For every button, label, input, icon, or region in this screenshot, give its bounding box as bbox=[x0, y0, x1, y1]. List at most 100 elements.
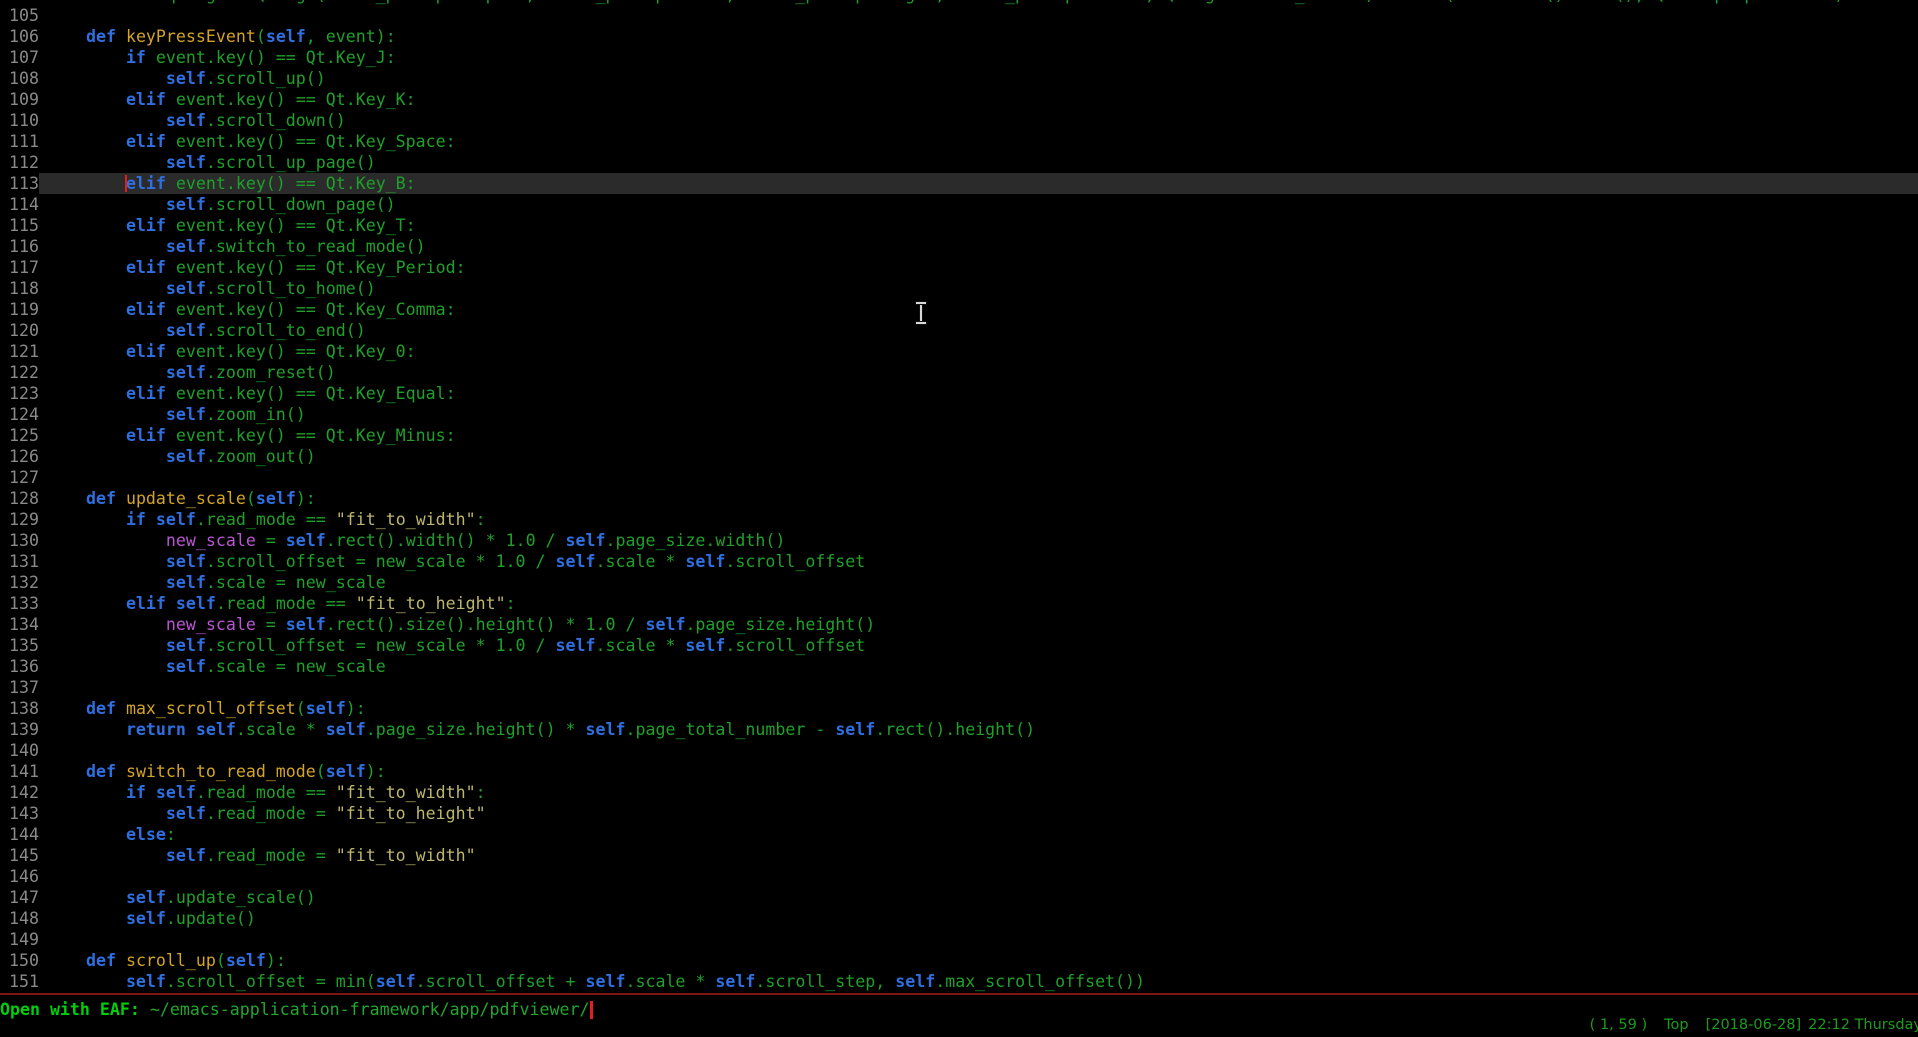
code-line[interactable]: 144 else: bbox=[0, 824, 1918, 845]
line-number: 107 bbox=[0, 47, 39, 68]
line-number: 116 bbox=[0, 236, 39, 257]
code-line[interactable]: 108 self.scroll_up() bbox=[0, 68, 1918, 89]
code-line[interactable]: 146 bbox=[0, 866, 1918, 887]
code-text bbox=[39, 929, 1918, 950]
code-line[interactable]: 138 def max_scroll_offset(self): bbox=[0, 698, 1918, 719]
code-line[interactable]: 145 self.read_mode = "fit_to_width" bbox=[0, 845, 1918, 866]
code-line[interactable]: 124 self.zoom_in() bbox=[0, 404, 1918, 425]
code-text: self.scroll_offset = new_scale * 1.0 / s… bbox=[39, 635, 1918, 656]
line-number: 149 bbox=[0, 929, 39, 950]
code-text: self.zoom_out() bbox=[39, 446, 1918, 467]
code-line[interactable]: 127 bbox=[0, 467, 1918, 488]
code-line[interactable]: 121 elif event.key() == Qt.Key_0: bbox=[0, 341, 1918, 362]
code-line[interactable]: 122 self.zoom_reset() bbox=[0, 362, 1918, 383]
code-text: self.scroll_up_page() bbox=[39, 152, 1918, 173]
code-line[interactable]: 136 self.scale = new_scale bbox=[0, 656, 1918, 677]
code-line[interactable]: 111 elif event.key() == Qt.Key_Space: bbox=[0, 131, 1918, 152]
code-line[interactable]: 110 self.scroll_down() bbox=[0, 110, 1918, 131]
code-line[interactable]: 119 elif event.key() == Qt.Key_Comma: bbox=[0, 299, 1918, 320]
code-line[interactable]: 133 elif self.read_mode == "fit_to_heigh… bbox=[0, 593, 1918, 614]
code-line[interactable]: 112 self.scroll_up_page() bbox=[0, 152, 1918, 173]
buffer-position: Top bbox=[1664, 1017, 1688, 1033]
code-line[interactable]: 115 elif event.key() == Qt.Key_T: bbox=[0, 215, 1918, 236]
code-text bbox=[39, 467, 1918, 488]
code-text: new_scale = self.rect().width() * 1.0 / … bbox=[39, 530, 1918, 551]
code-text: elif event.key() == Qt.Key_K: bbox=[39, 89, 1918, 110]
code-line[interactable]: 118 self.scroll_to_home() bbox=[0, 278, 1918, 299]
text-cursor bbox=[125, 175, 127, 192]
ibeam-mouse-cursor bbox=[914, 300, 928, 326]
code-line[interactable]: 131 self.scroll_offset = new_scale * 1.0… bbox=[0, 551, 1918, 572]
code-text bbox=[39, 866, 1918, 887]
code-line[interactable]: 148 self.update() bbox=[0, 908, 1918, 929]
code-text: if event.key() == Qt.Key_J: bbox=[39, 47, 1918, 68]
line-number: 126 bbox=[0, 446, 39, 467]
code-line[interactable]: 113 elif event.key() == Qt.Key_B: bbox=[0, 173, 1918, 194]
line-number: 127 bbox=[0, 467, 39, 488]
code-line[interactable]: 134 new_scale = self.rect().size().heigh… bbox=[0, 614, 1918, 635]
code-line[interactable]: 128 def update_scale(self): bbox=[0, 488, 1918, 509]
code-text: def switch_to_read_mode(self): bbox=[39, 761, 1918, 782]
code-line[interactable]: 125 elif event.key() == Qt.Key_Minus: bbox=[0, 425, 1918, 446]
line-number: 137 bbox=[0, 677, 39, 698]
code-line[interactable]: 130 new_scale = self.rect().width() * 1.… bbox=[0, 530, 1918, 551]
code-text: self.scroll_up() bbox=[39, 68, 1918, 89]
code-text: self.scroll_to_home() bbox=[39, 278, 1918, 299]
code-line[interactable]: 123 elif event.key() == Qt.Key_Equal: bbox=[0, 383, 1918, 404]
cursor-position: ( 1, 59 ) bbox=[1590, 1017, 1647, 1033]
code-line[interactable]: 116 self.switch_to_read_mode() bbox=[0, 236, 1918, 257]
code-text: self.update_scale() bbox=[39, 887, 1918, 908]
code-line[interactable]: 132 self.scale = new_scale bbox=[0, 572, 1918, 593]
line-number: 150 bbox=[0, 950, 39, 971]
code-text: def keyPressEvent(self, event): bbox=[39, 26, 1918, 47]
code-line[interactable]: 141 def switch_to_read_mode(self): bbox=[0, 761, 1918, 782]
line-number: 113 bbox=[0, 173, 39, 194]
code-line[interactable]: 114 self.scroll_down_page() bbox=[0, 194, 1918, 215]
code-text: self.zoom_in() bbox=[39, 404, 1918, 425]
code-text: self.scroll_to_end() bbox=[39, 320, 1918, 341]
line-number: 119 bbox=[0, 299, 39, 320]
code-text: self.scroll_offset = min(self.scroll_off… bbox=[39, 971, 1918, 992]
code-text: elif event.key() == Qt.Key_Period: bbox=[39, 257, 1918, 278]
code-line[interactable]: 150 def scroll_up(self): bbox=[0, 950, 1918, 971]
code-line[interactable]: 149 bbox=[0, 929, 1918, 950]
code-line[interactable]: 135 self.scroll_offset = new_scale * 1.0… bbox=[0, 635, 1918, 656]
code-line[interactable]: 147 self.update_scale() bbox=[0, 887, 1918, 908]
code-line[interactable]: 117 elif event.key() == Qt.Key_Period: bbox=[0, 257, 1918, 278]
line-number: 118 bbox=[0, 278, 39, 299]
code-line[interactable]: 120 self.scroll_to_end() bbox=[0, 320, 1918, 341]
code-text: def update_scale(self): bbox=[39, 488, 1918, 509]
line-number: 128 bbox=[0, 488, 39, 509]
code-text: elif self.read_mode == "fit_to_height": bbox=[39, 593, 1918, 614]
line-number: 124 bbox=[0, 404, 39, 425]
code-text: if self.read_mode == "fit_to_width": bbox=[39, 782, 1918, 803]
code-line[interactable]: 126 self.zoom_out() bbox=[0, 446, 1918, 467]
line-number: 122 bbox=[0, 362, 39, 383]
line-number: 120 bbox=[0, 320, 39, 341]
code-text: elif event.key() == Qt.Key_Comma: bbox=[39, 299, 1918, 320]
code-line[interactable]: 137 bbox=[0, 677, 1918, 698]
code-text: self.scroll_down_page() bbox=[39, 194, 1918, 215]
code-line[interactable]: 139 return self.scale * self.page_size.h… bbox=[0, 719, 1918, 740]
line-number: 139 bbox=[0, 719, 39, 740]
line-number: 135 bbox=[0, 635, 39, 656]
code-buffer[interactable]: 104 qimage = QImage(trans_pixmap.samples… bbox=[0, 0, 1918, 993]
code-line[interactable]: 140 bbox=[0, 740, 1918, 761]
minibuffer[interactable]: Open with EAF: ~/emacs-application-frame… bbox=[0, 999, 593, 1020]
code-line[interactable]: 105 bbox=[0, 5, 1918, 26]
code-line[interactable]: 143 self.read_mode = "fit_to_height" bbox=[0, 803, 1918, 824]
code-text: self.read_mode = "fit_to_width" bbox=[39, 845, 1918, 866]
code-text: self.scale = new_scale bbox=[39, 572, 1918, 593]
code-line[interactable]: 151 self.scroll_offset = min(self.scroll… bbox=[0, 971, 1918, 992]
code-text: def scroll_up(self): bbox=[39, 950, 1918, 971]
code-line[interactable]: 109 elif event.key() == Qt.Key_K: bbox=[0, 89, 1918, 110]
line-number: 130 bbox=[0, 530, 39, 551]
code-text: self.update() bbox=[39, 908, 1918, 929]
code-line[interactable]: 106 def keyPressEvent(self, event): bbox=[0, 26, 1918, 47]
code-line[interactable]: 142 if self.read_mode == "fit_to_width": bbox=[0, 782, 1918, 803]
code-line[interactable]: 129 if self.read_mode == "fit_to_width": bbox=[0, 509, 1918, 530]
code-line[interactable]: 107 if event.key() == Qt.Key_J: bbox=[0, 47, 1918, 68]
line-number: 140 bbox=[0, 740, 39, 761]
minibuffer-input[interactable]: ~/emacs-application-framework/app/pdfvie… bbox=[150, 1000, 590, 1019]
line-number: 146 bbox=[0, 866, 39, 887]
